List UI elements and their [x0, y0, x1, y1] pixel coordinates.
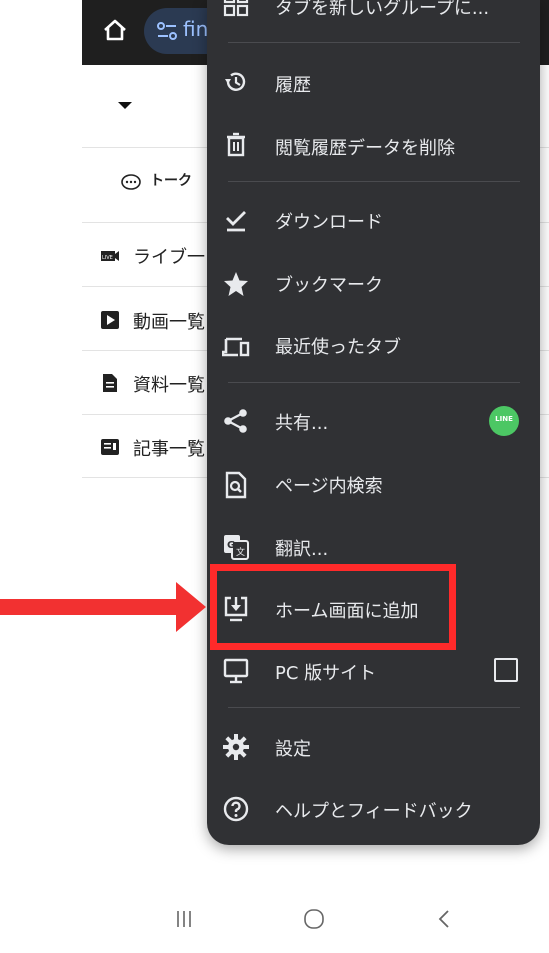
left-margin [0, 0, 82, 953]
line-app-label: LINE [495, 415, 513, 423]
dropdown-caret-icon[interactable] [118, 102, 132, 109]
monitor-icon [223, 658, 249, 684]
document-icon [103, 374, 117, 392]
home-nav-icon[interactable] [303, 908, 325, 930]
play-square-icon [101, 311, 119, 329]
svg-text:LIVE: LIVE [102, 255, 113, 261]
url-text: fin [183, 17, 209, 41]
menu-item-share[interactable]: 共有... [275, 409, 328, 435]
talk-tab[interactable]: トーク [150, 170, 192, 190]
menu-item-history[interactable]: 履歴 [275, 71, 311, 97]
menu-item-add-tab-to-group[interactable]: タブを新しいグループに... [275, 0, 489, 20]
menu-divider [228, 382, 520, 383]
menu-item-settings[interactable]: 設定 [275, 735, 311, 761]
desktop-site-checkbox[interactable] [494, 658, 518, 682]
highlight-box [210, 564, 456, 650]
trash-icon [227, 132, 245, 157]
annotation-arrow-head [176, 582, 206, 632]
tab-group-icon [223, 0, 249, 17]
back-icon[interactable] [433, 908, 455, 930]
annotation-arrow-shaft [0, 599, 182, 615]
translate-icon: G 文 [224, 535, 249, 560]
home-icon[interactable] [101, 16, 129, 44]
devices-icon [222, 337, 250, 357]
star-icon [224, 272, 248, 296]
download-check-icon [226, 211, 246, 232]
history-icon [225, 72, 246, 91]
menu-divider [228, 707, 520, 708]
menu-item-clear-browsing-data[interactable]: 閲覧履歴データを削除 [275, 134, 455, 160]
menu-item-desktop-site[interactable]: PC 版サイト [275, 659, 376, 685]
site-settings-icon[interactable] [154, 18, 180, 44]
menu-divider [228, 42, 520, 43]
menu-item-recent-tabs[interactable]: 最近使ったタブ [275, 333, 401, 359]
list-item-label: 記事一覧 [133, 439, 205, 460]
recent-apps-icon[interactable] [173, 908, 195, 930]
live-video-icon: LIVE [101, 251, 119, 261]
list-item-label: 動画一覧 [133, 312, 205, 333]
list-item-label: ライブ一 [133, 247, 205, 268]
menu-item-help-feedback[interactable]: ヘルプとフィードバック [275, 797, 473, 823]
svg-text:文: 文 [236, 546, 245, 558]
article-icon [101, 439, 119, 455]
menu-item-translate[interactable]: 翻訳... [275, 535, 328, 561]
find-in-page-icon [225, 471, 247, 499]
menu-item-bookmarks[interactable]: ブックマーク [275, 271, 383, 297]
chat-bubble-icon [121, 174, 141, 190]
menu-divider [228, 181, 520, 182]
gear-icon [223, 734, 249, 760]
system-nav-bar [0, 880, 549, 953]
menu-item-downloads[interactable]: ダウンロード [275, 208, 383, 234]
menu-item-find-in-page[interactable]: ページ内検索 [275, 472, 383, 498]
list-item-label: 資料一覧 [133, 375, 205, 396]
help-icon [223, 796, 249, 822]
share-icon [224, 409, 247, 433]
svg-text:G: G [227, 540, 235, 551]
